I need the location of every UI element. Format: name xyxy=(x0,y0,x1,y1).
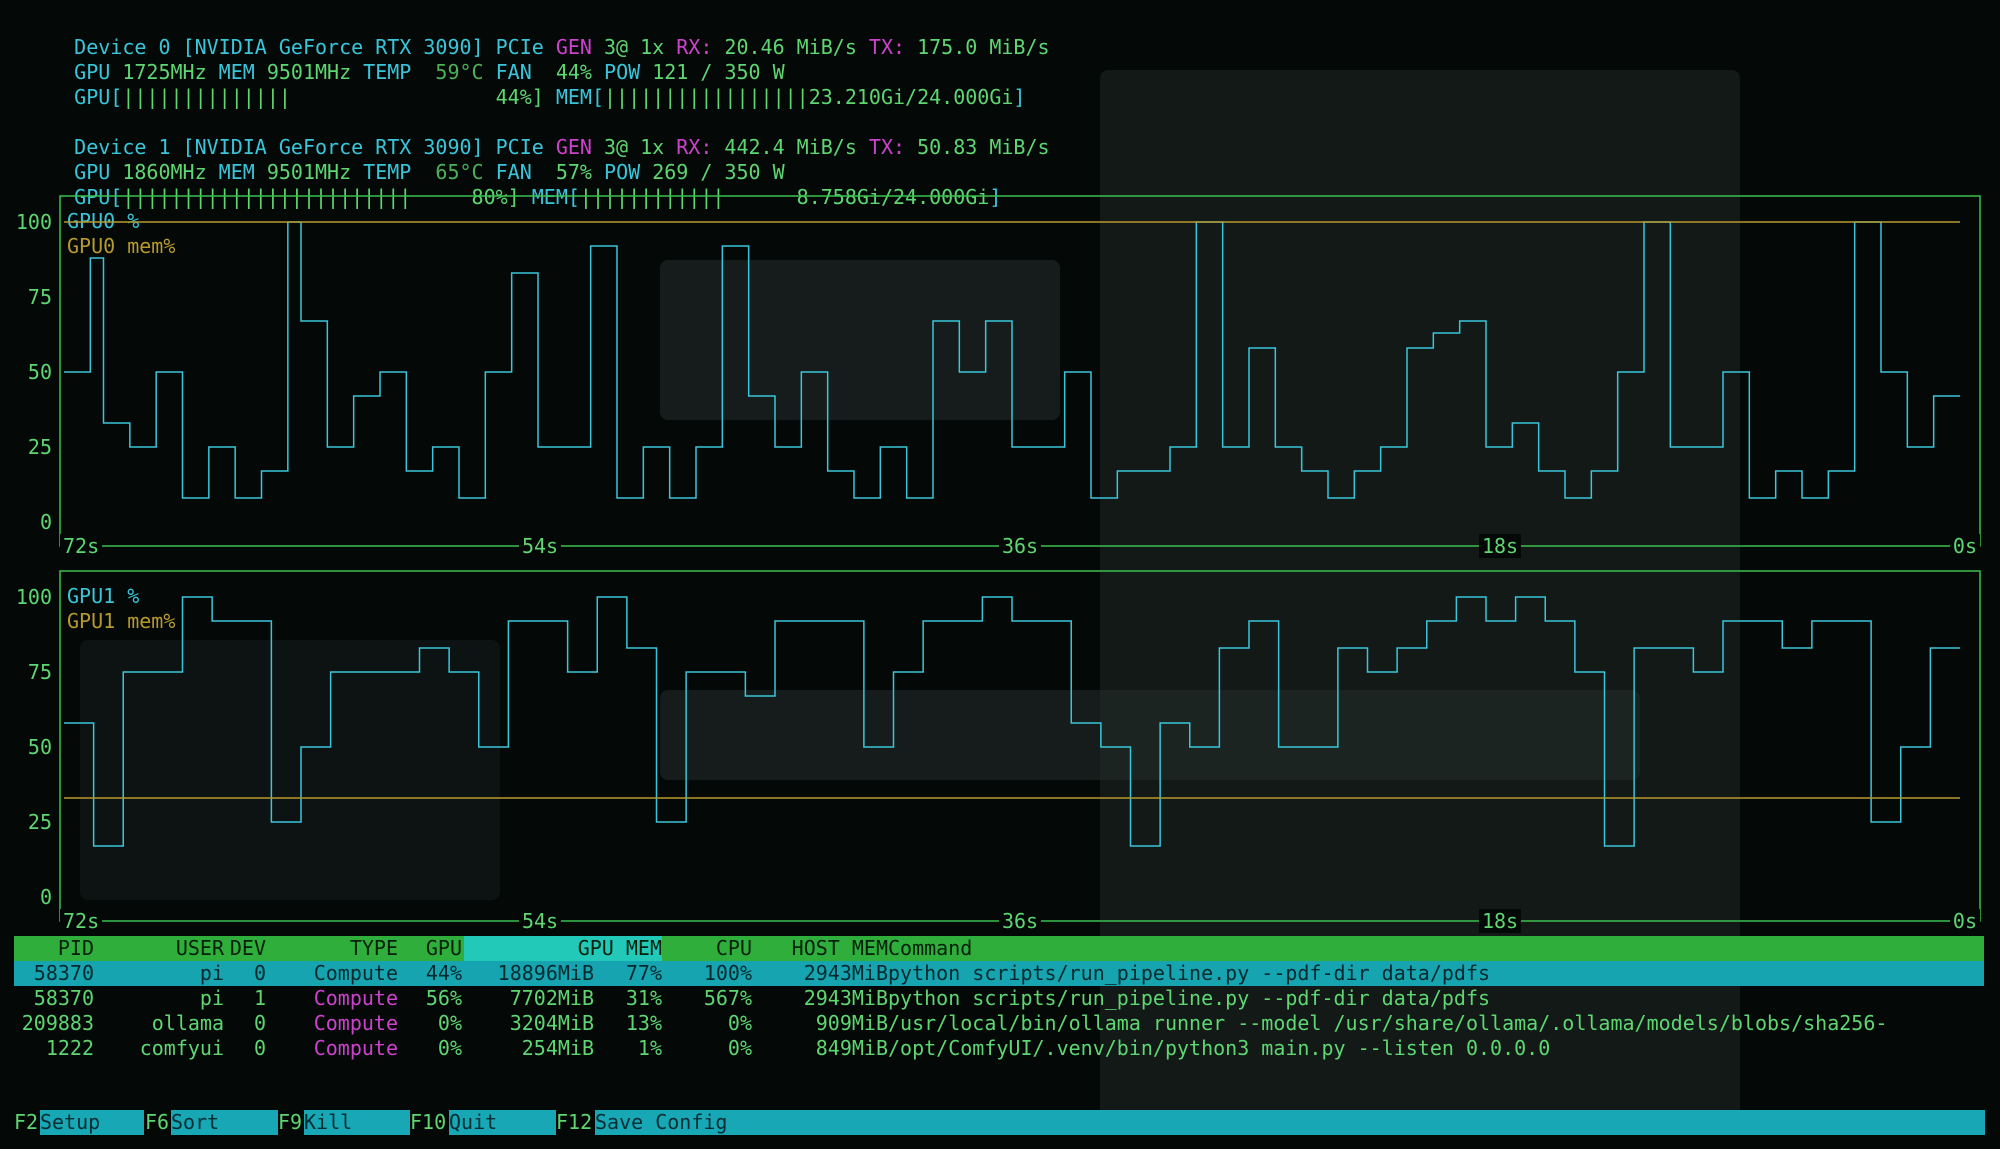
command-cell: python scripts/run_pipeline.py --pdf-dir… xyxy=(888,986,1491,1010)
col-command[interactable]: Command xyxy=(888,936,972,961)
col-cpu[interactable]: CPU xyxy=(716,936,752,961)
table-row[interactable]: 58370 pi 0 Compute 44% 18896MiB 77% 100% 2943MiB… xyxy=(14,961,1984,986)
user-cell: pi xyxy=(199,986,224,1010)
col-dev[interactable]: DEV xyxy=(230,936,266,961)
x-tick-label: 0s xyxy=(1953,534,1977,558)
table-row[interactable]: 1222 comfyui 0 Compute 0% 254MiB 1% 0% 849MiB/op… xyxy=(14,1036,1984,1061)
function-key-bar: F2 Setup F6 Sort F9 Kill F10 Quit F12 Sa… xyxy=(0,1110,2000,1135)
gpu-mem-pct-cell: 1% xyxy=(637,1036,662,1060)
setup-button[interactable]: Setup xyxy=(40,1110,144,1135)
cpu-cell: 567% xyxy=(703,986,752,1010)
y-tick-label: 100 xyxy=(16,585,52,609)
f12-key: F12 xyxy=(556,1110,593,1134)
quit-button[interactable]: Quit xyxy=(449,1110,556,1135)
x-tick-label: 36s xyxy=(1002,534,1038,558)
gpu-util-cell: 0% xyxy=(437,1011,462,1035)
col-user[interactable]: USER xyxy=(176,936,224,961)
legend-entry: GPU1 % xyxy=(67,584,139,608)
table-row[interactable]: 209883 ollama 0 Compute 0% 3204MiB 13% 0% 909MiB… xyxy=(14,1011,1984,1036)
type-cell: Compute xyxy=(313,1011,398,1035)
legend-entry: GPU0 mem% xyxy=(67,234,175,258)
command-cell: python scripts/run_pipeline.py --pdf-dir… xyxy=(888,961,1491,985)
type-cell: Compute xyxy=(313,986,398,1010)
cpu-cell: 0% xyxy=(727,1011,752,1035)
x-tick-label: 18s xyxy=(1482,534,1518,558)
type-cell: Compute xyxy=(313,1036,398,1060)
series-line-1-0 xyxy=(64,596,1960,847)
col-gpu[interactable]: GPU xyxy=(426,936,462,961)
x-tick-label: 72s xyxy=(63,534,99,558)
command-cell: /usr/local/bin/ollama runner --model /us… xyxy=(888,1011,1888,1035)
gpu-mem-cell: 18896MiB xyxy=(497,961,594,985)
legend-entry: GPU0 % xyxy=(67,209,139,233)
f2-key: F2 xyxy=(14,1110,39,1134)
host-mem-cell: 2943MiB xyxy=(803,961,888,985)
col-gpu-mem[interactable]: GPU MEM xyxy=(578,936,662,961)
host-mem-cell: 909MiB xyxy=(815,1011,888,1035)
col-pid[interactable]: PID xyxy=(58,936,94,961)
x-tick-label: 54s xyxy=(522,534,558,558)
dev-cell: 0 xyxy=(253,1036,266,1060)
y-tick-label: 0 xyxy=(40,510,52,534)
y-tick-label: 75 xyxy=(28,285,52,309)
cpu-cell: 100% xyxy=(703,961,752,985)
gpu-mem-pct-cell: 13% xyxy=(625,1011,662,1035)
y-tick-label: 0 xyxy=(40,885,52,909)
y-tick-label: 50 xyxy=(28,360,52,384)
user-cell: comfyui xyxy=(139,1036,224,1060)
f10-key: F10 xyxy=(410,1110,447,1134)
dev-cell: 1 xyxy=(253,986,266,1010)
chart-frame xyxy=(59,570,1981,922)
save-config-button[interactable]: Save Config xyxy=(595,1110,1985,1135)
gpu-mem-cell: 7702MiB xyxy=(509,986,594,1010)
pid-cell: 209883 xyxy=(21,1011,94,1035)
gpu-util-cell: 0% xyxy=(437,1036,462,1060)
x-tick-label: 36s xyxy=(1002,909,1038,933)
gpu-mem-pct-cell: 31% xyxy=(625,986,662,1010)
process-table-header: PID USER DEV TYPE GPU GPU MEM CPU HOST M… xyxy=(14,936,1984,961)
type-cell: Compute xyxy=(313,961,398,985)
sort-button[interactable]: Sort xyxy=(171,1110,278,1135)
legend-entry: GPU1 mem% xyxy=(67,609,175,633)
gpu-history-charts: 100 75 50 25 0 72s 54s 36s 18s 0s GPU0 %GPU0 mem% 1… xyxy=(16,195,1981,933)
dev-cell: 0 xyxy=(253,1011,266,1035)
host-mem-cell: 849MiB xyxy=(815,1036,888,1060)
series-line-0-0 xyxy=(64,221,1960,499)
gpu-mem-cell: 254MiB xyxy=(521,1036,594,1060)
f6-key: F6 xyxy=(145,1110,170,1134)
user-cell: pi xyxy=(199,961,224,985)
host-mem-cell: 2943MiB xyxy=(803,986,888,1010)
col-type[interactable]: TYPE xyxy=(350,936,398,961)
dev-cell: 0 xyxy=(253,961,266,985)
gpu-mem-pct-cell: 77% xyxy=(625,961,662,985)
f9-key: F9 xyxy=(278,1110,303,1134)
pid-cell: 58370 xyxy=(33,961,94,985)
chart-frame xyxy=(59,195,1981,547)
y-tick-label: 50 xyxy=(28,735,52,759)
y-tick-label: 25 xyxy=(28,810,52,834)
x-tick-label: 0s xyxy=(1953,909,1977,933)
cpu-cell: 0% xyxy=(727,1036,752,1060)
x-tick-label: 54s xyxy=(522,909,558,933)
gpu-util-cell: 44% xyxy=(425,961,462,985)
table-row[interactable]: 58370 pi 1 Compute 56% 7702MiB 31% 567% 2943MiB p… xyxy=(14,986,1984,1011)
gpu-mem-cell: 3204MiB xyxy=(509,1011,594,1035)
pid-cell: 1222 xyxy=(45,1036,94,1060)
y-tick-label: 75 xyxy=(28,660,52,684)
x-tick-label: 18s xyxy=(1482,909,1518,933)
gpu-util-cell: 56% xyxy=(425,986,462,1010)
y-tick-label: 100 xyxy=(16,210,52,234)
y-tick-label: 25 xyxy=(28,435,52,459)
pid-cell: 58370 xyxy=(33,986,94,1010)
kill-button[interactable]: Kill xyxy=(304,1110,410,1135)
x-tick-label: 72s xyxy=(63,909,99,933)
command-cell: /opt/ComfyUI/.venv/bin/python3 main.py -… xyxy=(888,1036,1551,1060)
user-cell: ollama xyxy=(151,1011,224,1035)
col-host-mem[interactable]: HOST MEM xyxy=(792,936,888,961)
